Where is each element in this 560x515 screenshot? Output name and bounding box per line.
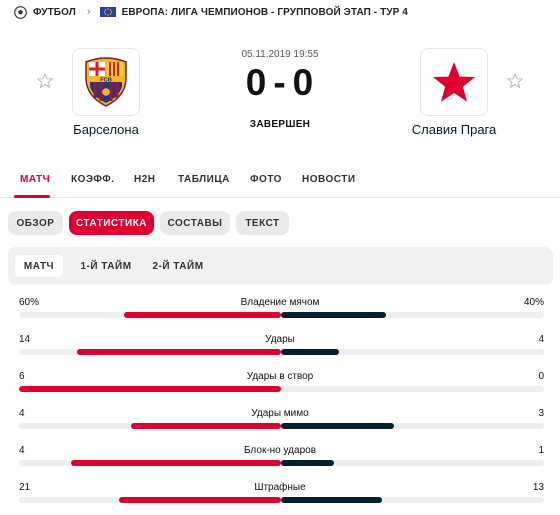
stat-away-bar-track: [281, 423, 544, 429]
tab-match[interactable]: МАТЧ: [20, 174, 50, 185]
stat-home-value: 60%: [19, 297, 40, 308]
stat-label: Удары: [265, 334, 295, 345]
stat-away-value: 3: [538, 408, 544, 419]
stat-home-value: 6: [19, 371, 25, 382]
tab-odds[interactable]: КОЭФФ.: [71, 174, 115, 185]
match-status: ЗАВЕРШЕН: [249, 119, 311, 130]
stat-home-bar: [119, 497, 281, 503]
stat-away-value: 0: [538, 371, 544, 382]
stat-away-value: 13: [532, 482, 544, 493]
stat-home-value: 21: [19, 482, 31, 493]
stat-away-bar-track: [281, 497, 544, 503]
stat-row-free-kicks: 21 Штрафные 13: [0, 482, 560, 512]
score-separator: -: [273, 62, 287, 103]
favorite-home-star-icon[interactable]: [36, 72, 54, 90]
match-datetime: 05.11.2019 19:55: [241, 49, 319, 60]
europe-flag-icon: [99, 7, 116, 17]
active-tab-indicator: [14, 195, 50, 198]
stat-row-blocked-shots: 4 Блок-но ударов 1: [0, 445, 560, 475]
stat-home-bar: [77, 349, 281, 355]
stat-row-shots: 14 Удары 4: [0, 334, 560, 364]
stat-home-bar-track: [19, 423, 281, 429]
stat-home-bar: [19, 386, 281, 392]
period-filter: МАТЧ 1-Й ТАЙМ 2-Й ТАЙМ: [8, 247, 553, 285]
home-score: 0: [245, 62, 268, 103]
subtab-statistics[interactable]: СТАТИСТИКА: [69, 211, 154, 235]
stat-label: Удары мимо: [251, 408, 309, 419]
tab-news[interactable]: НОВОСТИ: [302, 174, 356, 185]
stat-label: Блок-но ударов: [243, 445, 317, 456]
stat-away-value: 40%: [523, 297, 544, 308]
away-team-name[interactable]: Славия Прага: [384, 122, 524, 137]
subtab-summary[interactable]: ОБЗОР: [8, 211, 63, 235]
stat-away-bar-track: [281, 460, 544, 466]
stat-away-bar-track: [281, 349, 544, 355]
stat-away-bar: [281, 349, 340, 355]
stat-away-bar: [281, 423, 394, 429]
home-team-name[interactable]: Барселона: [36, 122, 176, 137]
breadcrumb-sport-link[interactable]: ФУТБОЛ: [33, 7, 76, 18]
stat-away-bar-track: [281, 386, 544, 392]
subtab-commentary[interactable]: ТЕКСТ: [236, 211, 289, 235]
stat-home-value: 4: [19, 408, 25, 419]
stat-label: Удары в створ: [246, 371, 314, 382]
breadcrumb-chevron-icon: ›: [86, 6, 91, 18]
stat-home-value: 14: [19, 334, 31, 345]
favorite-away-star-icon[interactable]: [506, 72, 524, 90]
tab-h2h[interactable]: H2H: [134, 174, 156, 185]
stat-home-bar: [123, 312, 281, 318]
home-team-logo[interactable]: FCB: [72, 48, 140, 116]
match-score: 0-0: [200, 62, 360, 104]
stat-home-bar-track: [19, 312, 281, 318]
stat-away-bar: [281, 497, 382, 503]
stat-home-bar: [131, 423, 281, 429]
stat-home-bar: [71, 460, 281, 466]
stat-row-shots-on-target: 6 Удары в створ 0: [0, 371, 560, 401]
tab-photo[interactable]: ФОТО: [250, 174, 282, 185]
stat-label: Владение мячом: [240, 297, 320, 308]
away-score: 0: [292, 62, 315, 103]
breadcrumb: ФУТБОЛ › ЕВРОПА: ЛИГА ЧЕМПИОНОВ - ГРУППО…: [14, 4, 408, 20]
away-team-logo[interactable]: [420, 48, 488, 116]
stat-row-shots-off-target: 4 Удары мимо 3: [0, 408, 560, 438]
football-icon: [14, 5, 27, 19]
period-match[interactable]: МАТЧ: [15, 255, 63, 277]
stat-home-bar-track: [19, 497, 281, 503]
stat-away-bar: [281, 312, 387, 318]
stat-home-bar-track: [19, 386, 281, 392]
stat-away-bar: [281, 460, 334, 466]
tab-standings[interactable]: ТАБЛИЦА: [178, 174, 230, 185]
main-tabs: МАТЧ КОЭФФ. H2H ТАБЛИЦА ФОТО НОВОСТИ: [0, 160, 560, 198]
period-second-half[interactable]: 2-Й ТАЙМ: [146, 255, 210, 277]
stat-home-value: 4: [19, 445, 25, 456]
stat-away-value: 1: [538, 445, 544, 456]
stat-away-value: 4: [538, 334, 544, 345]
stat-home-bar-track: [19, 349, 281, 355]
stat-home-bar-track: [19, 460, 281, 466]
stat-label: Штрафные: [254, 482, 306, 493]
barcelona-crest-icon: FCB: [85, 57, 127, 107]
period-first-half[interactable]: 1-Й ТАЙМ: [74, 255, 138, 277]
stat-away-bar-track: [281, 312, 544, 318]
slavia-crest-icon: [431, 59, 477, 105]
breadcrumb-competition-link[interactable]: ЕВРОПА: ЛИГА ЧЕМПИОНОВ - ГРУППОВОЙ ЭТАП …: [122, 7, 408, 18]
subtab-lineups[interactable]: СОСТАВЫ: [160, 211, 230, 235]
stat-row-possession: 60% Владение мячом 40%: [0, 297, 560, 327]
